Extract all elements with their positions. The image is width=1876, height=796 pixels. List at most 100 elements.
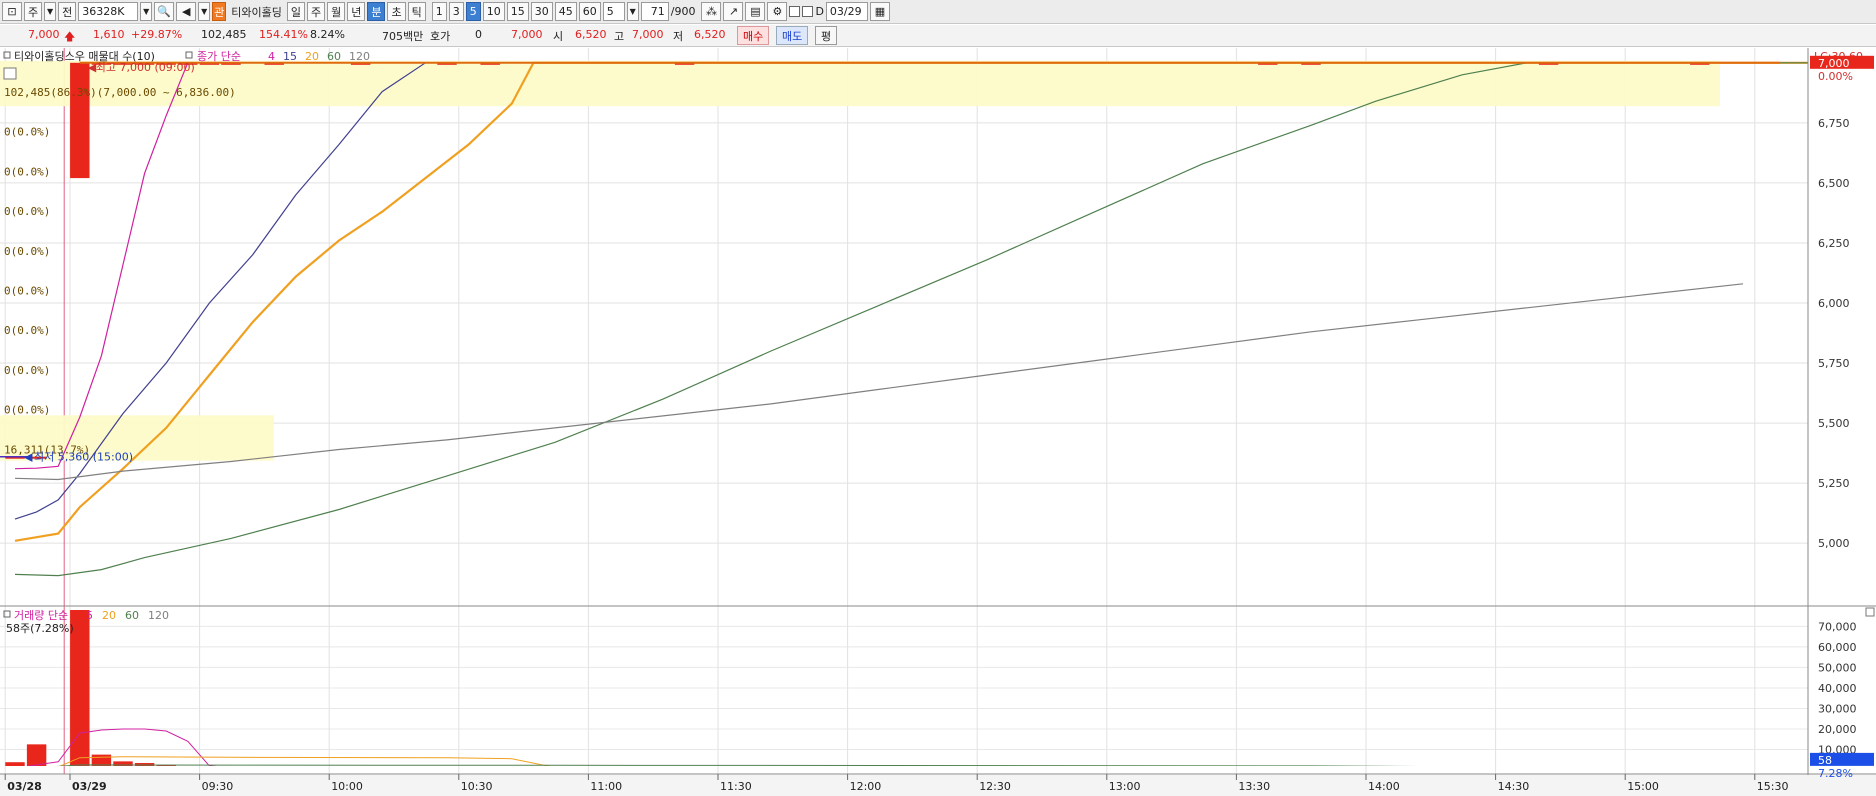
chart-background — [0, 48, 1876, 796]
interval-button-1[interactable]: 1 — [431, 2, 447, 21]
high-label: 고 — [614, 30, 625, 43]
period-button-4[interactable]: 분 — [367, 2, 386, 21]
stock-chart[interactable]: 5,000 5,250 5,500 5,750 6,000 6,250 6,500 6,750… — [0, 48, 1876, 796]
candle-body — [70, 62, 90, 179]
ma-legend-period-4: 4 — [268, 50, 275, 63]
indicator-icon[interactable]: ⁂ — [701, 2, 722, 21]
quote-bar: 7,000 🡅 1,610 +29.87% 102,485 154.41% 8.… — [0, 25, 1876, 47]
low-annotation: 최저 5,360 (15:00) — [34, 451, 133, 464]
volume-profile-label-8: 0(0.0%) — [4, 404, 50, 417]
low-label: 저 — [673, 30, 684, 43]
interval-button-15[interactable]: 15 — [506, 2, 529, 21]
speaker-dropdown-icon[interactable]: ▼ — [198, 2, 211, 21]
volume-profile-label-0: 102,485(86.3%)(7,000.00 ~ 6,836.00) — [4, 86, 236, 99]
volume-profile-label-6: 0(0.0%) — [4, 324, 50, 337]
time-tick-label: 14:30 — [1498, 780, 1530, 793]
period-type-select[interactable]: 주 — [24, 2, 43, 21]
time-tick-label: 13:00 — [1109, 780, 1141, 793]
current-rate-tag: 0.00% — [1818, 70, 1853, 83]
trend-tool-icon[interactable]: ↗ — [723, 2, 744, 21]
volume-profile-label-1: 0(0.0%) — [4, 126, 50, 139]
volume-profile-label-2: 0(0.0%) — [4, 165, 50, 178]
time-tick-label: 12:30 — [979, 780, 1011, 793]
price-tick-label: 5,750 — [1818, 357, 1850, 370]
checkbox-a[interactable] — [789, 6, 801, 17]
calendar-icon[interactable]: ▦ — [869, 2, 890, 21]
checkbox-d-label: D — [815, 5, 824, 18]
high-annotation: 최고 7,000 (09:00) — [96, 61, 195, 74]
trade-amount: 705백만 — [382, 30, 424, 43]
volume-pane-menu-icon — [1865, 607, 1875, 617]
interval-select[interactable]: 5 — [602, 2, 625, 21]
flat-button[interactable]: 평 — [815, 26, 838, 45]
stock-name: 티와이홀딩 — [231, 5, 282, 19]
interval-buttons: 1 3 5 10 15 30 45 60 — [431, 2, 601, 21]
current-volume-rate-tag: 7.28% — [1818, 767, 1853, 780]
volume-profile-label-7: 0(0.0%) — [4, 364, 50, 377]
stock-code-dropdown-icon[interactable]: ▼ — [140, 2, 153, 21]
interval-button-30[interactable]: 30 — [530, 2, 553, 21]
price-tick-label: 6,000 — [1818, 297, 1850, 310]
volume-top-label: 58주(7.28%) — [6, 622, 74, 635]
volume-profile-label-5: 0(0.0%) — [4, 285, 50, 298]
price-tick-label: 5,250 — [1818, 477, 1850, 490]
ma-legend-label: 종가 단순 — [197, 50, 241, 63]
period-button-1[interactable]: 주 — [306, 2, 326, 21]
open-price: 6,520 — [575, 28, 607, 41]
checkbox-d[interactable] — [802, 6, 814, 17]
price-tick-label: 5,500 — [1818, 417, 1850, 430]
speaker-icon[interactable]: ◀ — [176, 2, 197, 21]
interval-button-5[interactable]: 5 — [465, 2, 481, 21]
open-label: 시 — [553, 30, 564, 43]
volume-ma-legend-5: 5 — [86, 609, 93, 622]
current-volume-tag: 58 — [1818, 754, 1832, 767]
market-select[interactable]: 전 — [58, 2, 77, 21]
interval-button-3[interactable]: 3 — [448, 2, 464, 21]
grid-toggle-icon — [3, 67, 17, 80]
current-price-tag: 7,000 — [1818, 57, 1850, 70]
time-tick-label: 15:30 — [1757, 780, 1789, 793]
stock-code-input[interactable]: 36328K — [78, 2, 139, 21]
buy-button[interactable]: 매수 — [737, 26, 770, 45]
bar-count-input[interactable]: 71 — [640, 2, 669, 21]
date-input[interactable]: 03/29 — [825, 2, 868, 21]
sell-button[interactable]: 매도 — [776, 26, 809, 45]
ma-legend-period-20: 20 — [305, 50, 319, 63]
period-button-0[interactable]: 일 — [286, 2, 305, 21]
period-button-2[interactable]: 월 — [327, 2, 346, 21]
search-icon[interactable]: 🔍 — [154, 2, 175, 21]
up-arrow-icon: 🡅 — [64, 30, 76, 43]
volume-ma-legend-20: 20 — [102, 609, 116, 622]
volume-tick-label: 30,000 — [1818, 702, 1857, 715]
volume-profile-label-4: 0(0.0%) — [4, 245, 50, 258]
window-menu-icon[interactable]: ⊡ — [2, 2, 22, 21]
interval-button-10[interactable]: 10 — [482, 2, 505, 21]
time-tick-label: 13:30 — [1238, 780, 1270, 793]
time-tick-label: 03/29 — [72, 780, 107, 793]
time-tick-label: 03/28 — [7, 780, 42, 793]
current-price: 7,000 — [28, 28, 60, 41]
bar-count-total: /900 — [670, 5, 696, 18]
volume-ratio: 154.41% — [259, 28, 308, 41]
interval-button-45[interactable]: 45 — [554, 2, 577, 21]
period-button-6[interactable]: 틱 — [407, 2, 426, 21]
volume-tick-label: 20,000 — [1818, 723, 1857, 736]
ma-legend-period-60: 60 — [327, 50, 341, 63]
interval-button-60[interactable]: 60 — [578, 2, 601, 21]
period-type-dropdown-icon[interactable]: ▼ — [44, 2, 57, 21]
price-tick-label: 6,250 — [1818, 237, 1850, 250]
hoga-value: 0 — [475, 28, 482, 41]
price-change-rate: +29.87% — [131, 28, 183, 41]
volume-legend-title: 거래량 단순 — [14, 609, 68, 622]
low-arrow-icon: ◀ — [24, 451, 33, 464]
period-buttons: 일주월년분초틱 — [286, 2, 426, 21]
settings-gear-icon[interactable]: ⚙ — [767, 2, 788, 21]
period-button-3[interactable]: 년 — [347, 2, 366, 21]
time-tick-label: 14:00 — [1368, 780, 1400, 793]
period-button-5[interactable]: 초 — [387, 2, 406, 21]
trade-volume: 102,485 — [201, 28, 247, 41]
save-icon[interactable]: ▤ — [745, 2, 766, 21]
price-tick-label: 5,000 — [1818, 537, 1850, 550]
time-tick-label: 12:00 — [850, 780, 882, 793]
interval-dropdown-icon[interactable]: ▼ — [626, 2, 639, 21]
